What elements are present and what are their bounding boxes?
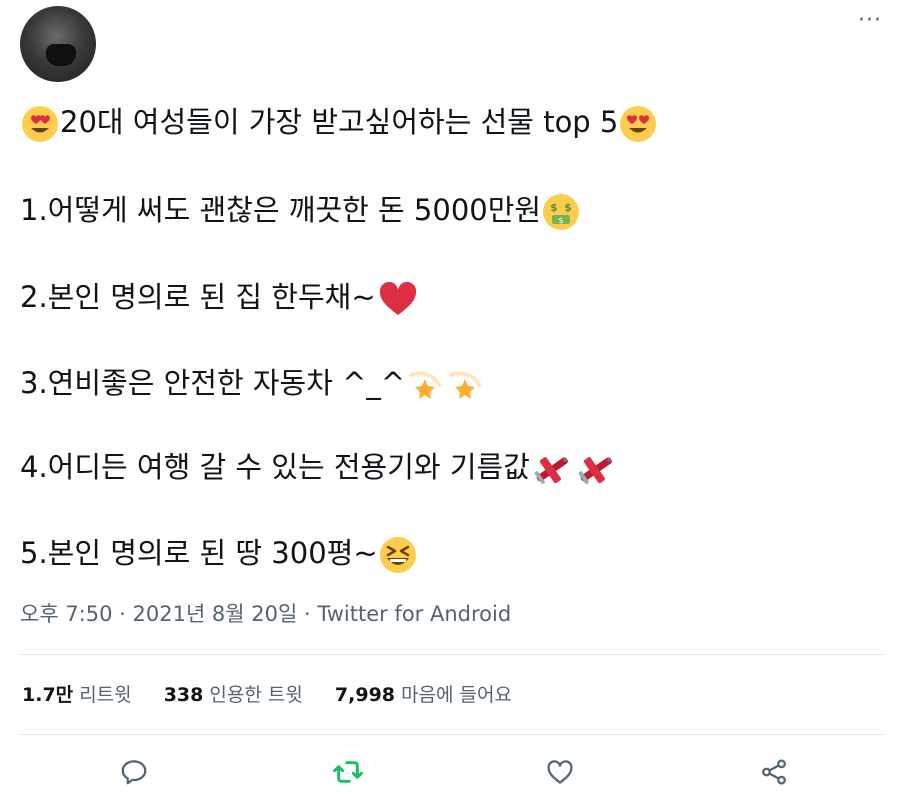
svg-text:$: $ [550, 201, 558, 214]
like-button[interactable] [542, 754, 578, 790]
quotes-stat[interactable]: 338 인용한 트윗 [164, 684, 303, 706]
retweet-button[interactable] [330, 754, 366, 790]
tweet-title-line: 20대 여성들이 가장 받고싶어하는 선물 top 5 [20, 102, 658, 144]
airplane-emoji-icon [574, 449, 618, 489]
heart-eyes-emoji-icon [618, 104, 658, 144]
more-options-icon[interactable]: ··· [858, 10, 882, 32]
retweets-count: 1.7만 [22, 684, 74, 706]
gift-item-1: 1.어떻게 써도 괜찮은 깨끗한 돈 5000만원 $ $ $ [20, 190, 581, 232]
heart-eyes-emoji-icon [20, 104, 60, 144]
share-icon [762, 759, 786, 785]
avatar[interactable] [20, 6, 96, 82]
gift-item-4-text: 4.어디든 여행 갈 수 있는 전용기와 기름값 [20, 450, 530, 484]
gift-item-1-text: 1.어떻게 써도 괜찮은 깨끗한 돈 5000만원 [20, 193, 542, 227]
reply-button[interactable] [116, 754, 152, 790]
share-button[interactable] [756, 754, 792, 790]
airplane-emoji-icon [530, 449, 574, 489]
gift-item-3-text: 3.연비좋은 안전한 자동차 ^_^ [20, 366, 406, 400]
quotes-count: 338 [163, 684, 204, 706]
retweets-stat[interactable]: 1.7만 리트윗 [22, 684, 132, 706]
gift-item-4: 4.어디든 여행 갈 수 있는 전용기와 기름값 [20, 447, 618, 489]
tweet-timestamp[interactable]: 오후 7:50 · 2021년 8월 20일 · [20, 602, 317, 626]
gift-item-2-text: 2.본인 명의로 된 집 한두채~ [20, 280, 376, 314]
gift-item-5-text: 5.본인 명의로 된 땅 300평~ [20, 536, 378, 570]
heart-icon [547, 760, 573, 784]
tweet-meta: 오후 7:50 · 2021년 8월 20일 · Twitter for And… [20, 598, 511, 628]
tweet-source[interactable]: Twitter for Android [317, 602, 511, 626]
gift-item-5: 5.본인 명의로 된 땅 300평~ [20, 533, 418, 575]
gift-item-2: 2.본인 명의로 된 집 한두채~ [20, 277, 420, 319]
retweet-icon [333, 761, 363, 783]
svg-text:$: $ [564, 201, 572, 214]
gift-item-3: 3.연비좋은 안전한 자동차 ^_^ [20, 363, 485, 405]
likes-count: 7,998 [334, 684, 396, 706]
tweet-title-text: 20대 여성들이 가장 받고싶어하는 선물 top 5 [60, 105, 619, 139]
retweets-label: 리트윗 [79, 684, 132, 706]
grinning-squinting-emoji-icon [378, 535, 418, 575]
likes-label: 마음에 들어요 [401, 684, 512, 706]
tweet-stats: 1.7만 리트윗 338 인용한 트윗 7,998 마음에 들어요 [22, 680, 538, 707]
svg-text:$: $ [559, 216, 564, 225]
likes-stat[interactable]: 7,998 마음에 들어요 [335, 684, 512, 706]
dizzy-star-emoji-icon [405, 365, 445, 405]
divider [20, 654, 884, 655]
avatar-mask-shape [46, 44, 76, 66]
reply-icon [121, 760, 147, 785]
dizzy-star-emoji-icon [445, 365, 485, 405]
quotes-label: 인용한 트윗 [209, 684, 303, 706]
divider [20, 734, 884, 735]
money-mouth-emoji-icon: $ $ $ [541, 192, 581, 232]
red-heart-emoji-icon [376, 279, 420, 319]
